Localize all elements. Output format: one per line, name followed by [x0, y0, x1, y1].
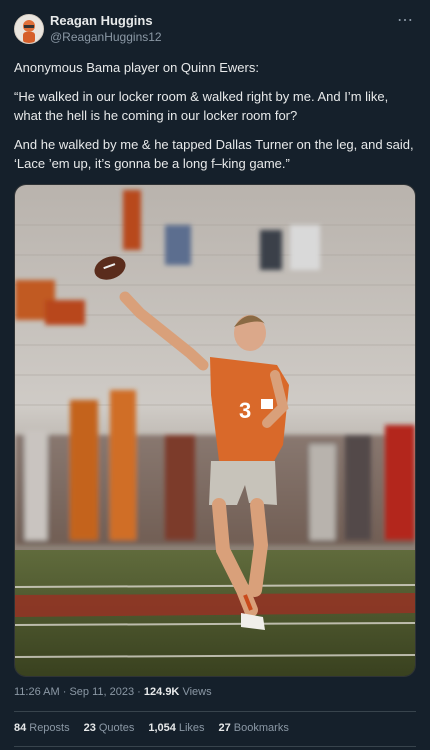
quotes-stat[interactable]: 23 Quotes	[84, 722, 135, 734]
reposts-label: Reposts	[29, 722, 70, 734]
author-names: Reagan Huggins @ReaganHuggins12	[50, 13, 162, 45]
likes-count: 1,054	[148, 722, 176, 734]
meta-separator: ·	[62, 686, 67, 698]
tweet-text: Anonymous Bama player on Quinn Ewers: “H…	[14, 58, 416, 183]
divider-top	[14, 711, 416, 712]
likes-stat[interactable]: 1,054 Likes	[148, 722, 204, 734]
divider-bottom	[14, 746, 416, 747]
quotes-label: Quotes	[98, 722, 135, 734]
tweet-time[interactable]: 11:26 AM	[14, 686, 60, 698]
engagement-stats: 84 Reposts 23 Quotes 1,054 Likes 27 Bookmark…	[14, 722, 289, 734]
bookmarks-count: 27	[218, 722, 231, 734]
reposts-stat[interactable]: 84 Reposts	[14, 722, 70, 734]
views-count: 124.9K	[143, 686, 180, 698]
reposts-count: 84	[14, 722, 27, 734]
tweet-line-3: And he walked by me & he tapped Dallas T…	[14, 137, 414, 171]
avatar[interactable]	[14, 14, 44, 44]
tweet-line-1: Anonymous Bama player on Quinn Ewers:	[14, 60, 259, 75]
tweet-line-2: “He walked in our locker room & walked r…	[14, 89, 389, 123]
tweet-photo[interactable]: 3	[14, 184, 416, 677]
author-handle[interactable]: @ReaganHuggins12	[50, 29, 162, 45]
tweet-header: Reagan Huggins @ReaganHuggins12 ⋯	[14, 12, 416, 46]
bookmarks-stat[interactable]: 27 Bookmarks	[219, 722, 289, 734]
svg-text:3: 3	[239, 398, 251, 423]
tweet-meta: 11:26 AM · Sep 11, 2023 · 124.9K Views	[14, 686, 212, 698]
bookmarks-label: Bookmarks	[233, 722, 289, 734]
tweet-date[interactable]: Sep 11, 2023	[69, 686, 134, 698]
meta-separator-2: ·	[137, 686, 141, 698]
quotes-count: 23	[83, 722, 96, 734]
views-label: Views	[182, 686, 212, 698]
likes-label: Likes	[178, 722, 205, 734]
author-display-name[interactable]: Reagan Huggins	[50, 13, 162, 29]
more-options-icon[interactable]: ⋯	[397, 13, 414, 29]
